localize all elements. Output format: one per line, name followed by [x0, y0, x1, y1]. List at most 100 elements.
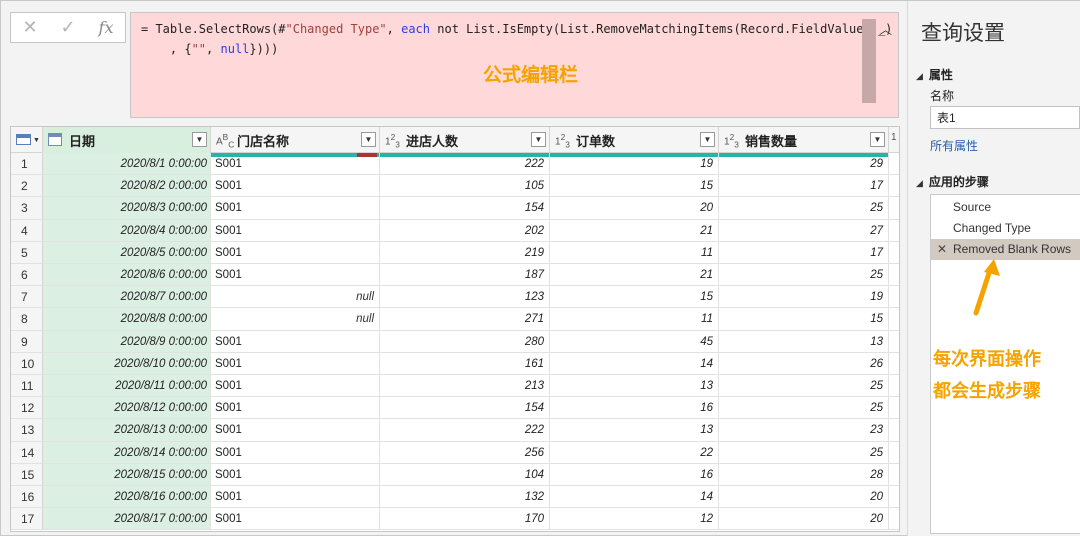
filter-dropdown-icon[interactable]: ▼ [531, 132, 546, 147]
cell-visitors[interactable]: 256 [380, 441, 550, 464]
confirm-formula-icon[interactable]: ✓ [49, 13, 87, 42]
column-header-qty[interactable]: 123 销售数量 ▼ [719, 127, 889, 157]
formula-scrollbar[interactable] [862, 19, 876, 103]
cell-visitors[interactable]: 123 [380, 286, 550, 309]
cell-orders[interactable]: 45 [550, 330, 719, 353]
cell-visitors[interactable]: 222 [380, 153, 550, 176]
datetime-type-icon[interactable] [48, 133, 62, 146]
cell-idx[interactable]: 1 [11, 153, 43, 176]
step-changed-type[interactable]: Changed Type [931, 218, 1080, 239]
cell-store[interactable]: S001 [211, 175, 380, 198]
filter-dropdown-icon[interactable]: ▼ [192, 132, 207, 147]
cell-store[interactable]: S001 [211, 486, 380, 509]
cell-idx[interactable]: 6 [11, 264, 43, 287]
cell-orders[interactable]: 11 [550, 308, 719, 331]
cell-orders[interactable]: 15 [550, 175, 719, 198]
cell-visitors[interactable]: 187 [380, 264, 550, 287]
cell-idx[interactable]: 8 [11, 308, 43, 331]
cell-orders[interactable]: 13 [550, 419, 719, 442]
cell-date[interactable]: 2020/8/1 0:00:00 [43, 153, 211, 176]
cell-orders[interactable]: 15 [550, 286, 719, 309]
column-header-date[interactable]: 日期 ▼ [43, 127, 211, 157]
cell-idx[interactable]: 9 [11, 330, 43, 353]
cell-visitors[interactable]: 154 [380, 197, 550, 220]
cell-store[interactable]: S001 [211, 197, 380, 220]
cell-date[interactable]: 2020/8/12 0:00:00 [43, 397, 211, 420]
cell-date[interactable]: 2020/8/6 0:00:00 [43, 264, 211, 287]
cell-date[interactable]: 2020/8/4 0:00:00 [43, 219, 211, 242]
cell-qty[interactable]: 25 [719, 197, 889, 220]
cell-qty[interactable]: 27 [719, 219, 889, 242]
filter-dropdown-icon[interactable]: ▼ [361, 132, 376, 147]
cell-qty[interactable]: 19 [719, 286, 889, 309]
cell-store[interactable]: null [211, 308, 380, 331]
cell-store[interactable]: S001 [211, 441, 380, 464]
number-type-icon[interactable]: 123 [724, 132, 739, 149]
cell-store[interactable]: S001 [211, 508, 380, 531]
query-name-input[interactable] [930, 106, 1080, 129]
cell-orders[interactable]: 12 [550, 508, 719, 531]
column-header-store[interactable]: ABC 门店名称 ▼ [211, 127, 380, 157]
cell-orders[interactable]: 21 [550, 219, 719, 242]
cell-qty[interactable]: 13 [719, 330, 889, 353]
number-type-icon[interactable]: 123 [385, 132, 400, 149]
cell-visitors[interactable]: 154 [380, 397, 550, 420]
cell-orders[interactable]: 11 [550, 241, 719, 264]
filter-dropdown-icon[interactable]: ▼ [870, 132, 885, 147]
cell-idx[interactable]: 15 [11, 463, 43, 486]
applied-steps-section-header[interactable]: ◢ 应用的步骤 [916, 173, 989, 190]
cell-visitors[interactable]: 271 [380, 308, 550, 331]
step-source[interactable]: Source [931, 197, 1080, 218]
cell-orders[interactable]: 14 [550, 486, 719, 509]
cell-qty[interactable]: 25 [719, 441, 889, 464]
cell-store[interactable]: S001 [211, 397, 380, 420]
cell-store[interactable]: S001 [211, 241, 380, 264]
cell-date[interactable]: 2020/8/3 0:00:00 [43, 197, 211, 220]
cell-idx[interactable]: 10 [11, 352, 43, 375]
cell-qty[interactable]: 28 [719, 463, 889, 486]
cell-store[interactable]: S001 [211, 375, 380, 398]
cell-qty[interactable]: 20 [719, 486, 889, 509]
column-header-orders[interactable]: 123 订单数 ▼ [550, 127, 719, 157]
cell-store[interactable]: S001 [211, 352, 380, 375]
table-menu-button[interactable]: ▼ [11, 127, 43, 153]
cell-qty[interactable]: 25 [719, 264, 889, 287]
cell-qty[interactable]: 26 [719, 352, 889, 375]
cell-orders[interactable]: 16 [550, 397, 719, 420]
cell-idx[interactable]: 12 [11, 397, 43, 420]
properties-section-header[interactable]: ◢ 属性 [916, 66, 953, 83]
cell-qty[interactable]: 15 [719, 308, 889, 331]
column-header-visitors[interactable]: 123 进店人数 ▼ [380, 127, 550, 157]
cell-date[interactable]: 2020/8/14 0:00:00 [43, 441, 211, 464]
fx-icon[interactable]: fx [87, 13, 125, 42]
cell-date[interactable]: 2020/8/9 0:00:00 [43, 330, 211, 353]
cell-orders[interactable]: 16 [550, 463, 719, 486]
number-type-icon[interactable]: 123 [555, 132, 570, 149]
cell-idx[interactable]: 14 [11, 441, 43, 464]
cell-store[interactable]: S001 [211, 330, 380, 353]
cell-qty[interactable]: 17 [719, 241, 889, 264]
cell-visitors[interactable]: 104 [380, 463, 550, 486]
cell-date[interactable]: 2020/8/7 0:00:00 [43, 286, 211, 309]
cell-idx[interactable]: 5 [11, 241, 43, 264]
delete-step-icon[interactable]: ✕ [937, 239, 947, 260]
cell-idx[interactable]: 3 [11, 197, 43, 220]
cell-visitors[interactable]: 202 [380, 219, 550, 242]
cell-date[interactable]: 2020/8/13 0:00:00 [43, 419, 211, 442]
cell-idx[interactable]: 7 [11, 286, 43, 309]
formula-text[interactable]: = Table.SelectRows(#"Changed Type", each… [141, 19, 892, 59]
cell-visitors[interactable]: 105 [380, 175, 550, 198]
cell-date[interactable]: 2020/8/8 0:00:00 [43, 308, 211, 331]
cell-qty[interactable]: 29 [719, 153, 889, 176]
cell-date[interactable]: 2020/8/16 0:00:00 [43, 486, 211, 509]
cell-qty[interactable]: 23 [719, 419, 889, 442]
cell-idx[interactable]: 2 [11, 175, 43, 198]
cell-qty[interactable]: 25 [719, 397, 889, 420]
cell-qty[interactable]: 25 [719, 375, 889, 398]
cell-orders[interactable]: 22 [550, 441, 719, 464]
cell-orders[interactable]: 20 [550, 197, 719, 220]
collapse-triangle-icon[interactable]: ◢ [916, 178, 923, 188]
cell-store[interactable]: S001 [211, 219, 380, 242]
cell-date[interactable]: 2020/8/17 0:00:00 [43, 508, 211, 531]
chevron-up-icon[interactable]: ︿ [879, 19, 892, 38]
